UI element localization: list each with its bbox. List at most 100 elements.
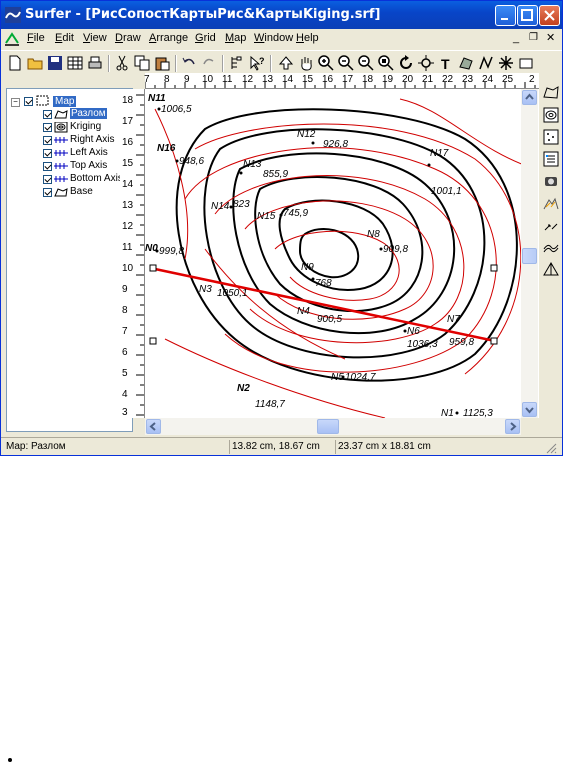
zoom-page-icon[interactable] — [378, 55, 394, 71]
text-icon[interactable]: T — [438, 55, 454, 71]
rectangle-icon[interactable] — [518, 55, 534, 71]
ruler-label: 13 — [122, 200, 134, 211]
ruler-label: 7 — [144, 74, 150, 85]
print-icon[interactable] — [87, 55, 103, 71]
left-axis-checkbox[interactable] — [43, 149, 52, 158]
mdi-minimize-icon[interactable]: _ — [513, 32, 519, 44]
base-map-tool-icon[interactable] — [543, 85, 559, 101]
ruler-label: 25 — [502, 74, 514, 85]
open-icon[interactable] — [27, 55, 43, 71]
map-checkbox[interactable] — [24, 97, 33, 106]
collapse-icon[interactable]: − — [11, 98, 20, 107]
title-bar[interactable]: Surfer - [РисСопостКартыРис&КартыKiging.… — [1, 1, 562, 29]
polygon-icon[interactable] — [458, 55, 474, 71]
well-value: 1036,3 — [407, 339, 438, 350]
well-marker — [229, 205, 233, 209]
selection-handle[interactable] — [490, 337, 498, 345]
maximize-icon — [521, 9, 533, 21]
kriging-checkbox[interactable] — [43, 123, 52, 132]
map-frame-icon — [36, 95, 49, 106]
shaded-relief-tool-icon[interactable] — [543, 195, 559, 211]
polyline-icon[interactable] — [478, 55, 494, 71]
resize-grip-icon[interactable] — [545, 442, 557, 454]
zoom-in-icon[interactable] — [318, 55, 334, 71]
minimize-button[interactable] — [495, 5, 516, 26]
ruler-label: 12 — [122, 221, 134, 232]
fault-checkbox[interactable] — [43, 110, 52, 119]
menu-draw[interactable]: Draw — [115, 32, 141, 44]
right-axis-checkbox[interactable] — [43, 136, 52, 145]
mdi-restore-icon[interactable]: ❐ — [529, 32, 538, 43]
menu-edit[interactable]: Edit — [55, 32, 74, 44]
menu-view[interactable]: View — [83, 32, 107, 44]
selection-handle[interactable] — [149, 337, 157, 345]
scroll-right-button[interactable] — [505, 419, 520, 434]
ruler-label: 16 — [122, 137, 134, 148]
cut-icon[interactable] — [114, 55, 130, 71]
mdi-close-icon[interactable]: ✕ — [546, 31, 555, 44]
redraw-icon[interactable] — [398, 55, 414, 71]
base-map-icon — [54, 110, 68, 119]
vector-map-tool-icon[interactable] — [543, 217, 559, 233]
undo-icon[interactable] — [181, 55, 197, 71]
base-checkbox[interactable] — [43, 188, 52, 197]
red-contour-line — [399, 98, 536, 170]
ruler-label: 7 — [122, 326, 128, 337]
object-manager-icon[interactable] — [229, 55, 245, 71]
surface-tool-icon[interactable] — [543, 261, 559, 277]
classed-post-tool-icon[interactable] — [543, 151, 559, 167]
pan-hand-icon[interactable] — [298, 55, 314, 71]
base-map-icon — [54, 188, 68, 197]
select-arrow-icon[interactable] — [278, 55, 294, 71]
zoom-out-icon[interactable] — [358, 55, 374, 71]
save-icon[interactable] — [47, 55, 63, 71]
contour-map-tool-icon[interactable] — [543, 107, 559, 123]
horizontal-scrollbar[interactable] — [145, 418, 521, 435]
menu-grid[interactable]: Grid — [195, 32, 216, 44]
scroll-up-button[interactable] — [522, 90, 537, 105]
zoom-rect-icon[interactable] — [338, 55, 354, 71]
well-label: N2 — [237, 383, 250, 394]
menu-window[interactable]: Window — [254, 32, 293, 44]
symbol-icon[interactable] — [498, 55, 514, 71]
well-value: 959,8 — [449, 337, 474, 348]
ruler-label: 6 — [122, 347, 128, 358]
vertical-scroll-thumb[interactable] — [522, 248, 537, 264]
well-value: 1006,5 — [161, 104, 192, 115]
well-value: 948,6 — [179, 156, 204, 167]
well-label: N15 — [257, 211, 276, 222]
rotate-icon[interactable] — [418, 55, 434, 71]
well-marker — [427, 163, 431, 167]
menu-file[interactable]: File — [27, 32, 45, 44]
worksheet-icon[interactable] — [67, 55, 83, 71]
maximize-button[interactable] — [517, 5, 538, 26]
post-map-tool-icon[interactable] — [543, 129, 559, 145]
document-icon[interactable] — [4, 31, 20, 47]
top-axis-checkbox[interactable] — [43, 162, 52, 171]
well-marker — [311, 141, 315, 145]
new-icon[interactable] — [7, 55, 23, 71]
menu-map[interactable]: Map — [225, 32, 246, 44]
copy-icon[interactable] — [134, 55, 150, 71]
wireframe-tool-icon[interactable] — [543, 239, 559, 255]
image-map-tool-icon[interactable] — [543, 173, 559, 189]
tree-label-kriging: Kriging — [70, 121, 102, 132]
horizontal-ruler: 7 8 9 10 11 12 13 14 15 16 17 18 19 20 2… — [144, 73, 539, 89]
bottom-axis-checkbox[interactable] — [43, 175, 52, 184]
redo-icon[interactable] — [201, 55, 217, 71]
menu-arrange[interactable]: Arrange — [149, 32, 188, 44]
well-label: N13 — [243, 159, 262, 170]
selection-handle[interactable] — [490, 264, 498, 272]
horizontal-scroll-thumb[interactable] — [317, 419, 339, 434]
close-button[interactable] — [539, 5, 560, 26]
paste-icon[interactable] — [154, 55, 170, 71]
status-cursor-coords: 13.82 cm, 18.67 cm — [229, 440, 320, 454]
plot-canvas[interactable]: N11 1006,5 N16 948,6 N12 926,8 N13 855,9… — [145, 89, 539, 418]
context-help-icon[interactable]: ? — [249, 55, 265, 71]
scroll-left-button[interactable] — [146, 419, 161, 434]
vertical-scrollbar[interactable] — [521, 89, 538, 418]
scroll-down-button[interactable] — [522, 402, 537, 417]
contour-map[interactable]: N11 1006,5 N16 948,6 N12 926,8 N13 855,9… — [145, 89, 539, 418]
selection-handle[interactable] — [149, 264, 157, 272]
menu-help[interactable]: Help — [296, 32, 319, 44]
